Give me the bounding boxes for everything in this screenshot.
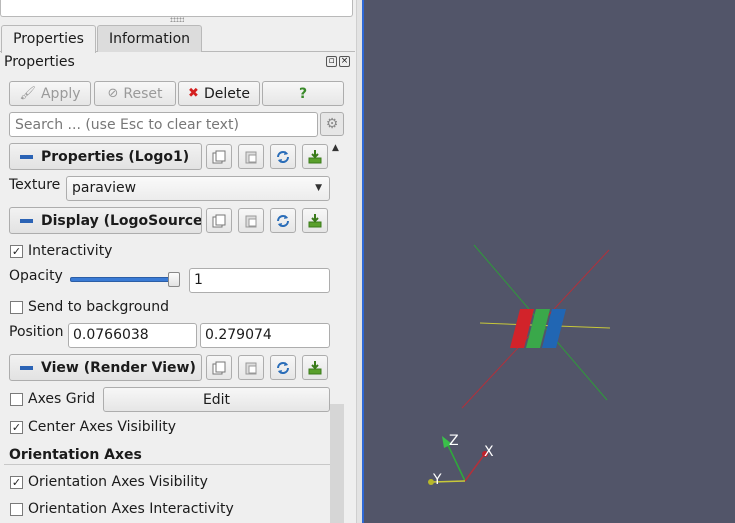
- tab-information[interactable]: Information: [97, 25, 202, 52]
- refresh-icon[interactable]: [270, 208, 296, 233]
- axes-grid-label: Axes Grid: [28, 391, 96, 407]
- x-axis-label: X: [484, 444, 494, 460]
- section-view[interactable]: View (Render View): [9, 354, 202, 381]
- apply-label: Apply: [40, 85, 81, 102]
- position-x-field[interactable]: 0.0766038: [68, 323, 197, 348]
- apply-icon: 🖌: [19, 86, 36, 101]
- paste-icon[interactable]: [238, 144, 264, 169]
- orientation-visibility-checkbox[interactable]: ✓: [10, 476, 23, 489]
- scrollbar[interactable]: ▲: [330, 143, 344, 523]
- position-y-field[interactable]: 0.279074: [200, 323, 330, 348]
- center-axes-label: Center Axes Visibility: [28, 419, 177, 435]
- section-display-label: Display (LogoSourceRepresentation): [41, 212, 202, 229]
- close-icon[interactable]: ×: [339, 56, 350, 67]
- splitter-grip[interactable]: [170, 17, 184, 22]
- scroll-up-icon[interactable]: ▲: [332, 143, 339, 153]
- copy-icon[interactable]: [206, 208, 232, 233]
- refresh-icon[interactable]: [270, 355, 296, 380]
- delete-icon: ✖: [188, 86, 199, 101]
- save-default-icon[interactable]: [302, 208, 328, 233]
- collapse-icon: [20, 218, 33, 223]
- reset-button[interactable]: ⊘ Reset: [94, 81, 176, 106]
- send-to-background-label: Send to background: [28, 299, 170, 315]
- copy-icon[interactable]: [206, 144, 232, 169]
- axes-grid-checkbox[interactable]: [10, 393, 23, 406]
- reset-label: Reset: [123, 85, 163, 102]
- tab-properties[interactable]: Properties: [1, 25, 96, 53]
- section-properties[interactable]: Properties (Logo1): [9, 143, 202, 170]
- panel-title: Properties: [4, 54, 75, 70]
- save-default-icon[interactable]: [302, 144, 328, 169]
- opacity-slider-track[interactable]: [70, 277, 176, 282]
- paste-icon[interactable]: [238, 208, 264, 233]
- orientation-axes: Z X Y: [428, 433, 494, 488]
- z-axis-label: Z: [449, 433, 459, 449]
- opacity-label: Opacity: [9, 268, 63, 284]
- opacity-field[interactable]: 1: [189, 268, 330, 293]
- search-input[interactable]: [9, 112, 318, 137]
- collapse-icon: [20, 365, 33, 370]
- section-divider: [4, 464, 330, 465]
- refresh-icon[interactable]: [270, 144, 296, 169]
- position-label: Position: [9, 324, 64, 340]
- help-button[interactable]: ?: [262, 81, 344, 106]
- collapse-icon: [20, 154, 33, 159]
- save-default-icon[interactable]: [302, 355, 328, 380]
- orientation-interactivity-label: Orientation Axes Interactivity: [28, 501, 234, 517]
- interactivity-checkbox[interactable]: ✓: [10, 245, 23, 258]
- texture-select[interactable]: paraview ▼: [66, 176, 330, 201]
- float-icon[interactable]: ▫: [326, 56, 337, 67]
- section-properties-label: Properties (Logo1): [41, 148, 190, 165]
- send-to-background-checkbox[interactable]: [10, 301, 23, 314]
- texture-value: paraview: [72, 180, 137, 196]
- section-display[interactable]: Display (LogoSourceRepresentation): [9, 207, 202, 234]
- reset-icon: ⊘: [107, 86, 119, 101]
- interactivity-label: Interactivity: [28, 243, 113, 259]
- section-view-label: View (Render View): [41, 359, 196, 376]
- render-view[interactable]: Z X Y: [362, 0, 735, 523]
- delete-button[interactable]: ✖ Delete: [178, 81, 260, 106]
- chevron-down-icon: ▼: [315, 183, 322, 193]
- opacity-slider-handle[interactable]: [168, 272, 180, 287]
- gear-icon[interactable]: ⚙: [320, 112, 344, 136]
- pipeline-browser[interactable]: [0, 0, 353, 17]
- properties-panel: Properties Information Properties ▫ × 🖌 A…: [0, 0, 360, 523]
- delete-label: Delete: [203, 85, 250, 102]
- y-axis-label: Y: [432, 472, 442, 488]
- apply-button[interactable]: 🖌 Apply: [9, 81, 91, 106]
- texture-label: Texture: [9, 177, 61, 193]
- render-canvas[interactable]: Z X Y: [364, 0, 735, 523]
- tab-bar: Properties Information: [0, 25, 355, 53]
- copy-icon[interactable]: [206, 355, 232, 380]
- scrollbar-handle[interactable]: [330, 404, 344, 523]
- orientation-visibility-label: Orientation Axes Visibility: [28, 474, 208, 490]
- center-axes-checkbox[interactable]: ✓: [10, 421, 23, 434]
- orientation-axes-header: Orientation Axes: [9, 447, 142, 463]
- edit-button[interactable]: Edit: [103, 387, 330, 412]
- paste-icon[interactable]: [238, 355, 264, 380]
- orientation-interactivity-checkbox[interactable]: [10, 503, 23, 516]
